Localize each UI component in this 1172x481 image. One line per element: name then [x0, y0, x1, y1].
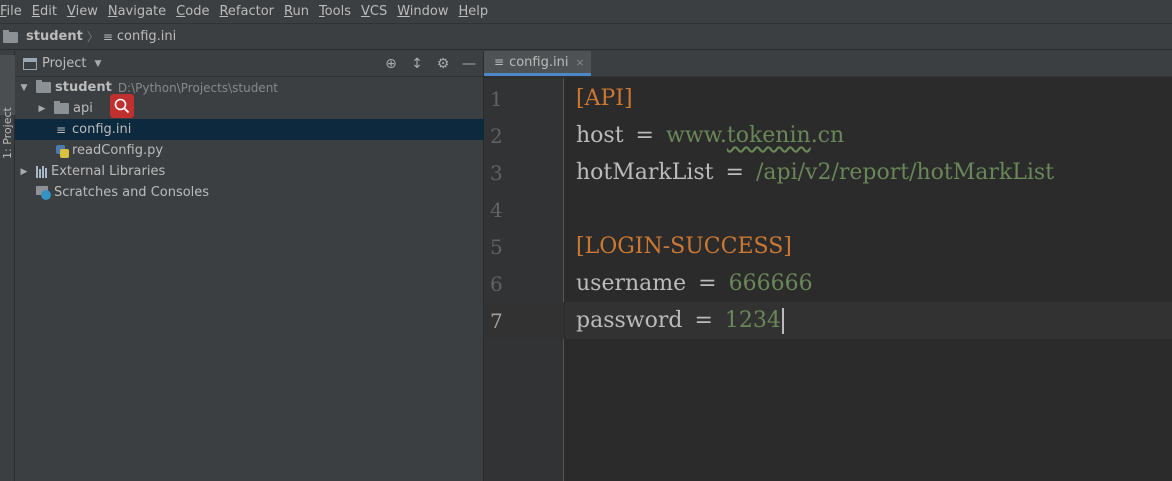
collapse-all-icon[interactable]: ↕ — [409, 56, 425, 72]
line-number: 6 — [490, 271, 503, 296]
file-ini-icon: ≡ — [55, 122, 67, 137]
folder-icon — [3, 30, 18, 43]
code-line-current[interactable]: password = 1234 — [565, 302, 1172, 339]
folder-icon — [36, 80, 51, 93]
locate-file-icon[interactable]: ⊕ — [383, 56, 399, 72]
code-line[interactable]: username = 666666 — [565, 265, 1172, 302]
project-view-selector[interactable]: Project — [42, 56, 86, 71]
breadcrumb: student 〉 ≡ config.ini — [0, 24, 1172, 50]
project-view-icon — [23, 57, 37, 70]
expand-arrow-icon[interactable]: ▼ — [18, 83, 30, 93]
project-panel: Project ▼ ⊕ ↕ ⚙ — ▼ student D:\Python\Pr… — [15, 51, 484, 481]
menu-view[interactable]: View — [62, 4, 103, 19]
code-line[interactable] — [565, 191, 1172, 228]
code-line[interactable]: [LOGIN-SUCCESS] — [565, 228, 1172, 265]
ini-value: 666666 — [728, 271, 813, 296]
ini-key: hotMarkList — [576, 160, 714, 185]
file-ini-icon: ≡ — [102, 29, 113, 44]
tree-item-scratches[interactable]: Scratches and Consoles — [15, 182, 484, 203]
ini-value: /api/v2/report/hotMarkList — [755, 160, 1055, 185]
line-number: 7 — [484, 302, 564, 339]
tree-item-api[interactable]: ▶ api — [15, 98, 484, 119]
text-cursor — [781, 307, 784, 334]
ini-equals: = — [698, 271, 717, 296]
menu-bar: File Edit View Navigate Code Refactor Ru… — [0, 0, 1172, 24]
collapse-arrow-icon[interactable]: ▶ — [36, 104, 48, 114]
ini-key: host — [576, 123, 624, 148]
menu-code[interactable]: Code — [171, 4, 214, 19]
library-icon — [36, 165, 47, 178]
file-ini-icon: ≡ — [494, 55, 505, 69]
project-panel-header: Project ▼ ⊕ ↕ ⚙ — — [15, 51, 483, 77]
tree-item-student[interactable]: ▼ student D:\Python\Projects\student — [15, 77, 484, 98]
close-icon[interactable]: × — [575, 56, 584, 69]
tree-item-readconfig-py[interactable]: readConfig.py — [15, 140, 484, 161]
menu-navigate[interactable]: Navigate — [103, 4, 171, 19]
ini-equals: = — [635, 123, 654, 148]
menu-vcs[interactable]: VCS — [356, 4, 392, 19]
breadcrumb-file[interactable]: ≡ config.ini — [103, 29, 176, 44]
tree-item-external-libraries[interactable]: ▶ External Libraries — [15, 161, 484, 182]
code-editor[interactable]: [API] host = www.tokenin.cn hotMarkList … — [565, 78, 1172, 481]
python-file-icon — [55, 144, 69, 158]
ini-key: username — [576, 271, 687, 296]
breadcrumb-project[interactable]: student — [0, 29, 83, 44]
chevron-down-icon[interactable]: ▼ — [94, 59, 101, 69]
menu-file[interactable]: File — [0, 4, 27, 19]
scratches-icon — [36, 185, 52, 200]
line-number-gutter: 1 2 3 4 5 6 7 — [484, 78, 564, 481]
chevron-right-icon: 〉 — [86, 30, 99, 44]
editor-pane: ≡ config.ini × 1 2 3 4 5 6 7 [API] host … — [484, 51, 1172, 481]
project-tool-tab[interactable] — [0, 55, 15, 115]
ini-key: password — [576, 308, 683, 333]
project-tool-tab-label: 1: Project — [1, 107, 14, 159]
ini-equals: = — [725, 160, 744, 185]
menu-refactor[interactable]: Refactor — [214, 4, 279, 19]
folder-icon — [54, 101, 69, 114]
code-line[interactable]: hotMarkList = /api/v2/report/hotMarkList — [565, 154, 1172, 191]
line-number: 3 — [490, 160, 503, 185]
menu-run[interactable]: Run — [279, 4, 314, 19]
menu-edit[interactable]: Edit — [27, 4, 62, 19]
gear-icon[interactable]: ⚙ — [435, 56, 451, 72]
ini-value: 1234 — [724, 308, 781, 333]
ini-section-header: [LOGIN-SUCCESS] — [576, 234, 792, 259]
ini-section-header: [API] — [576, 86, 633, 111]
editor-tab-bar: ≡ config.ini × — [484, 51, 1172, 77]
collapse-arrow-icon[interactable]: ▶ — [18, 167, 30, 177]
hide-panel-icon[interactable]: — — [461, 56, 477, 72]
line-number: 2 — [490, 123, 503, 148]
spelling-warning: tokenin — [726, 123, 811, 148]
code-line[interactable]: host = www.tokenin.cn — [565, 117, 1172, 154]
line-number: 4 — [490, 197, 503, 222]
tree-item-config-ini[interactable]: ≡ config.ini — [15, 119, 484, 140]
menu-window[interactable]: Window — [392, 4, 453, 19]
line-number: 1 — [490, 86, 503, 111]
code-line[interactable]: [API] — [565, 80, 1172, 117]
ini-equals: = — [694, 308, 713, 333]
menu-help[interactable]: Help — [454, 4, 494, 19]
tool-window-strip: 1: Project — [0, 51, 15, 481]
menu-tools[interactable]: Tools — [314, 4, 356, 19]
tab-config-ini[interactable]: ≡ config.ini × — [484, 51, 591, 76]
search-icon[interactable] — [110, 94, 134, 118]
line-number: 5 — [490, 234, 503, 259]
ini-value: www.tokenin.cn — [665, 123, 845, 148]
